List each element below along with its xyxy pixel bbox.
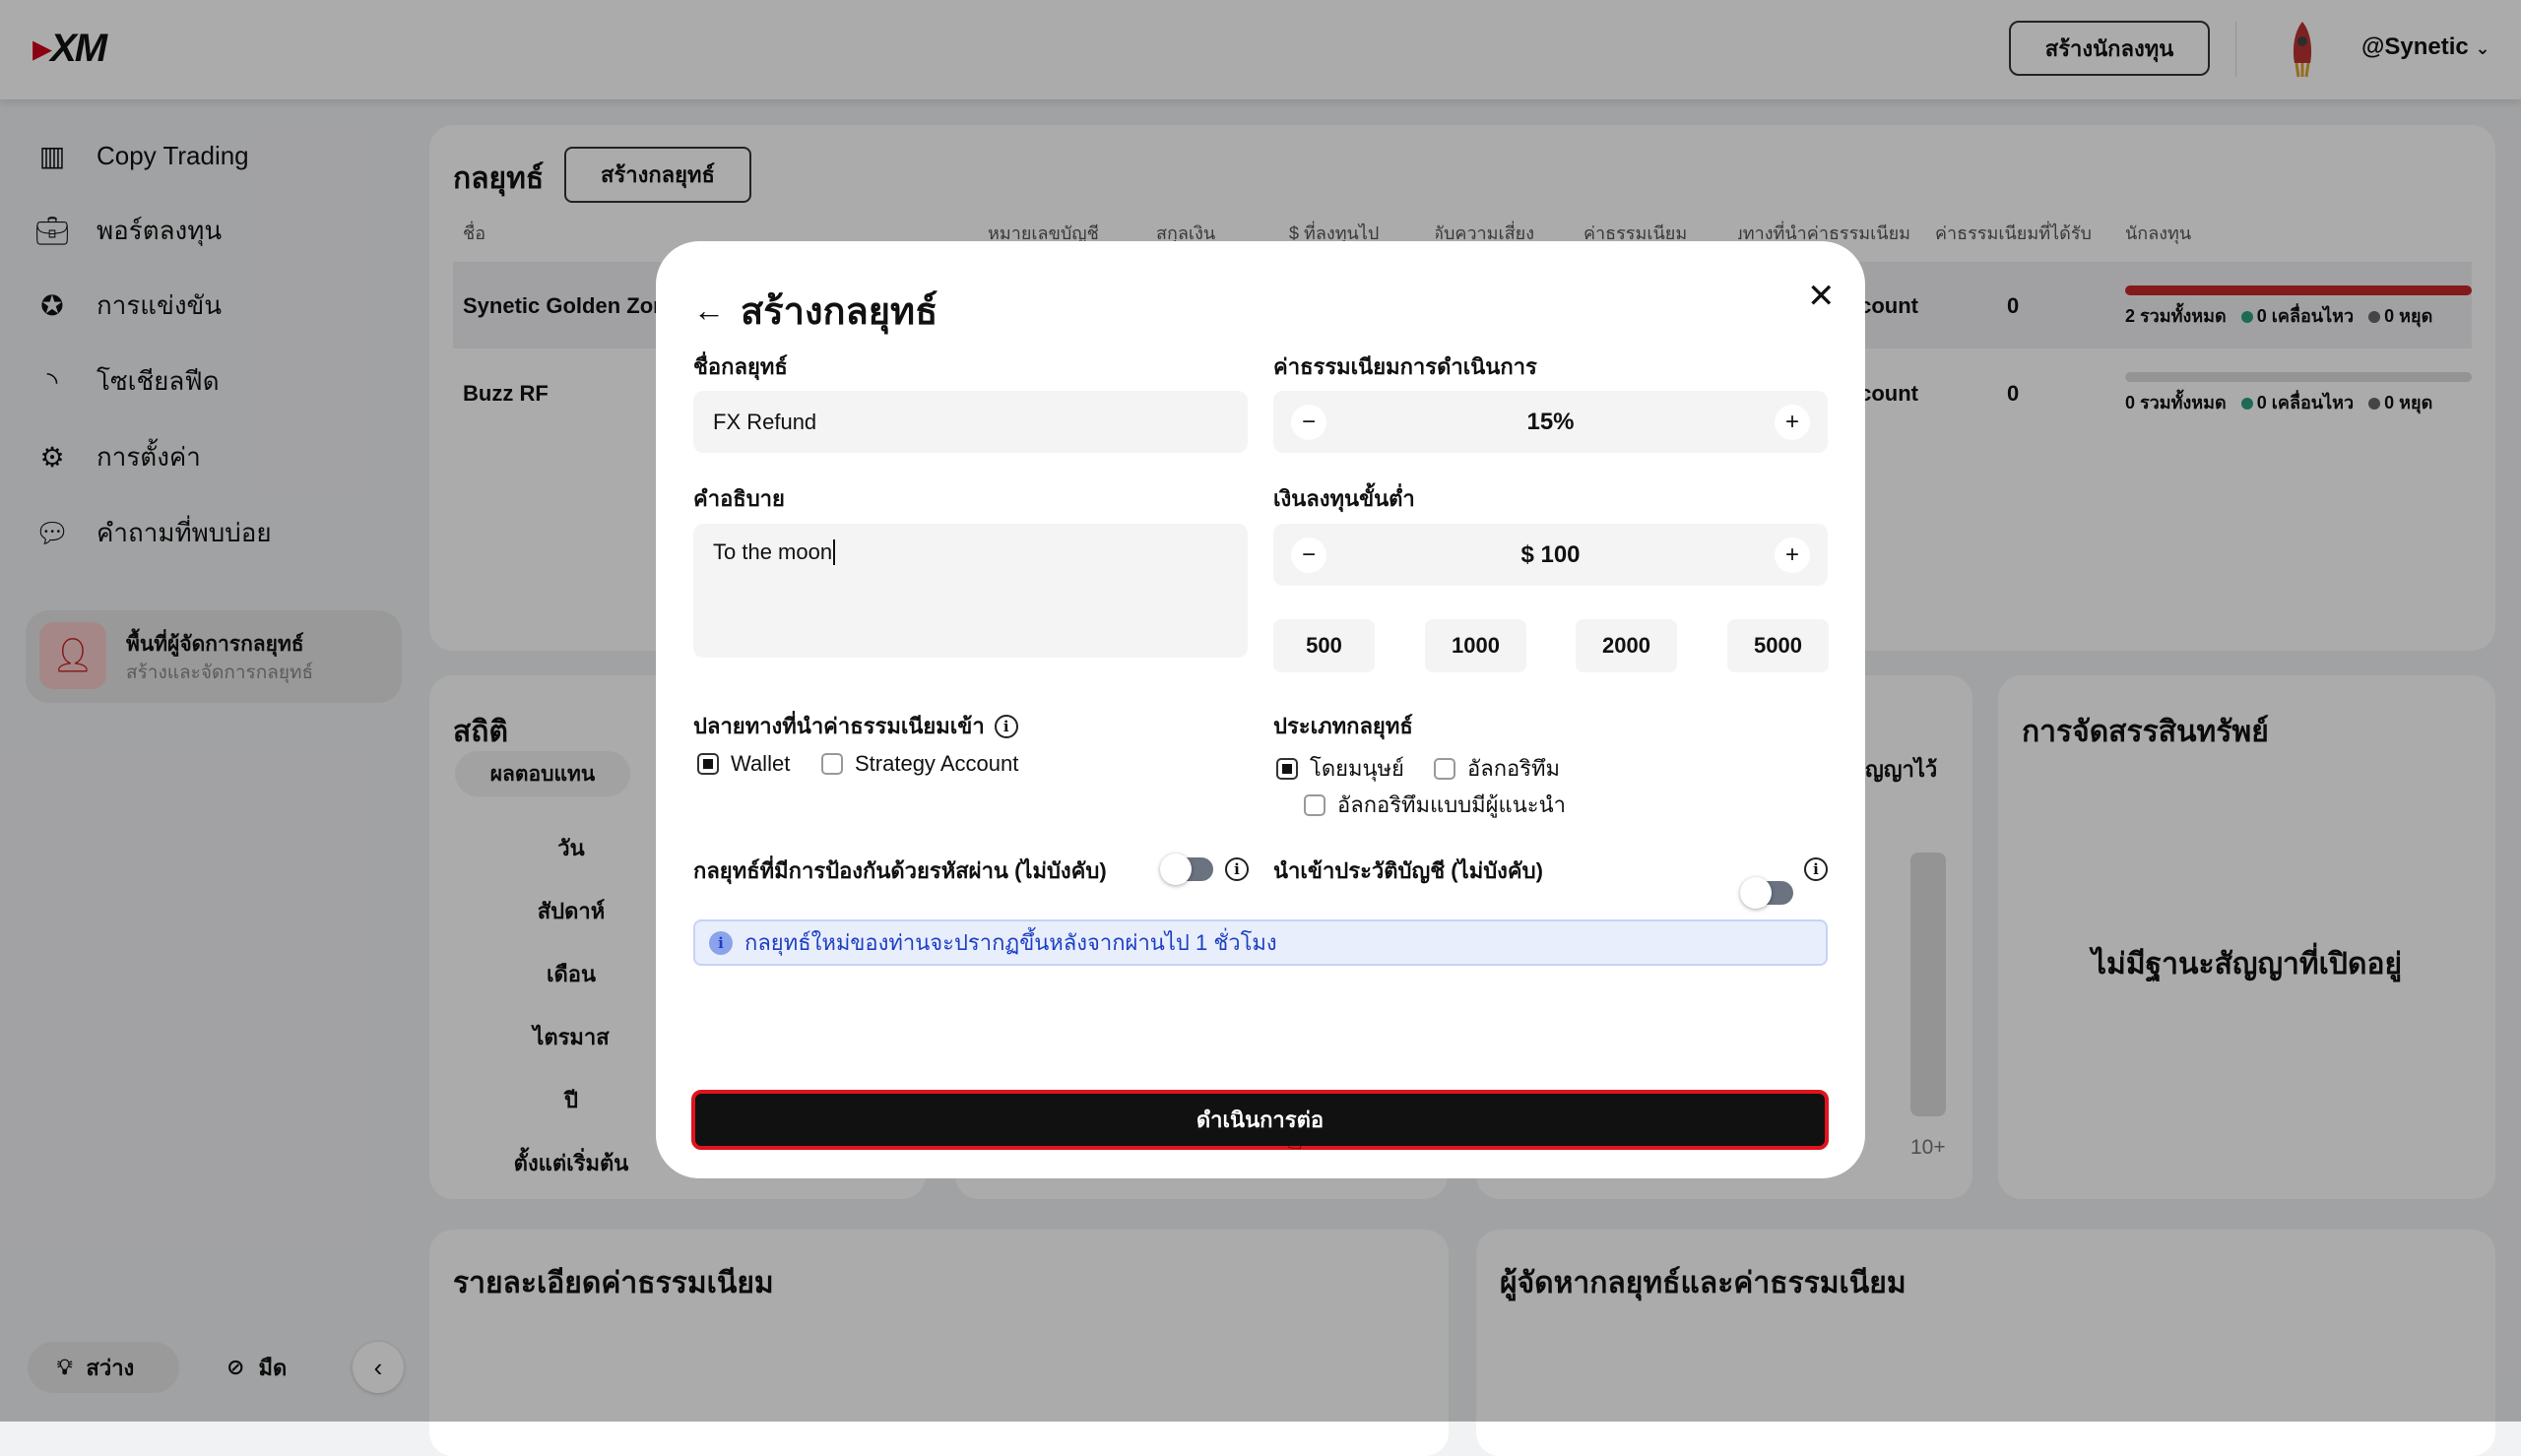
fee-dest-wallet-checkbox[interactable]: Wallet — [697, 751, 790, 777]
preset-1000[interactable]: 1000 — [1425, 619, 1526, 672]
min-investment-value: $ 100 — [1520, 540, 1581, 568]
decrement-button[interactable]: − — [1291, 537, 1326, 573]
continue-button[interactable]: ดำเนินการต่อ — [691, 1090, 1829, 1150]
preset-500[interactable]: 500 — [1273, 619, 1375, 672]
create-strategy-modal: ← สร้างกลยุทธ์ ✕ ชื่อกลยุทธ์ FX Refund ค่… — [656, 241, 1865, 1178]
performance-fee-stepper[interactable]: − 15% + — [1273, 391, 1828, 453]
hand-cursor-icon: ☝ — [1286, 1124, 1304, 1155]
import-history-label: นำเข้าประวัติบัญชี (ไม่บังคับ) — [1273, 858, 1543, 883]
type-algorithm-checkbox[interactable]: อัลกอริทึม — [1434, 751, 1560, 786]
fee-dest-strategy-account-checkbox[interactable]: Strategy Account — [821, 751, 1018, 777]
performance-fee-label: ค่าธรรมเนียมการดำเนินการ — [1273, 354, 1537, 379]
modal-header: ← สร้างกลยุทธ์ — [693, 281, 937, 341]
modal-title: สร้างกลยุทธ์ — [741, 291, 938, 333]
min-investment-label: เงินลงทุนขั้นต่ำ — [1273, 486, 1415, 511]
back-arrow-icon[interactable]: ← — [693, 292, 725, 329]
description-label: คำอธิบาย — [693, 486, 785, 511]
type-human-checkbox[interactable]: โดยมนุษย์ — [1276, 751, 1404, 786]
min-investment-stepper[interactable]: − $ 100 + — [1273, 524, 1828, 586]
strategy-name-input[interactable]: FX Refund — [693, 391, 1248, 453]
import-history-toggle[interactable] — [1740, 877, 1793, 909]
increment-button[interactable]: + — [1775, 537, 1810, 573]
strategy-name-label: ชื่อกลยุทธ์ — [693, 354, 788, 379]
preset-2000[interactable]: 2000 — [1576, 619, 1677, 672]
info-icon[interactable]: i — [994, 714, 1018, 738]
fee-destination-label: ปลายทางที่นำค่าธรรมเนียมเข้า i — [693, 709, 1018, 743]
info-icon: i — [709, 930, 733, 955]
password-protection-toggle[interactable] — [1160, 854, 1213, 885]
strategy-type-label: ประเภทกลยุทธ์ — [1273, 714, 1413, 738]
increment-button[interactable]: + — [1774, 404, 1810, 440]
close-icon[interactable]: ✕ — [1807, 277, 1836, 316]
fee-value: 15% — [1526, 408, 1575, 435]
decrement-button[interactable]: − — [1291, 404, 1326, 440]
preset-5000[interactable]: 5000 — [1727, 619, 1829, 672]
description-textarea[interactable]: To the moon — [693, 524, 1248, 658]
type-guided-algorithm-checkbox[interactable]: อัลกอริทึมแบบมีผู้แนะนำ — [1304, 788, 1566, 822]
info-icon[interactable]: i — [1804, 857, 1828, 881]
password-protection-label: กลยุทธ์ที่มีการป้องกันด้วยรหัสผ่าน (ไม่บ… — [693, 858, 1107, 883]
notice-banner: i กลยุทธ์ใหม่ของท่านจะปรากฏขึ้นหลังจากผ่… — [693, 919, 1828, 966]
info-icon[interactable]: i — [1225, 857, 1249, 881]
